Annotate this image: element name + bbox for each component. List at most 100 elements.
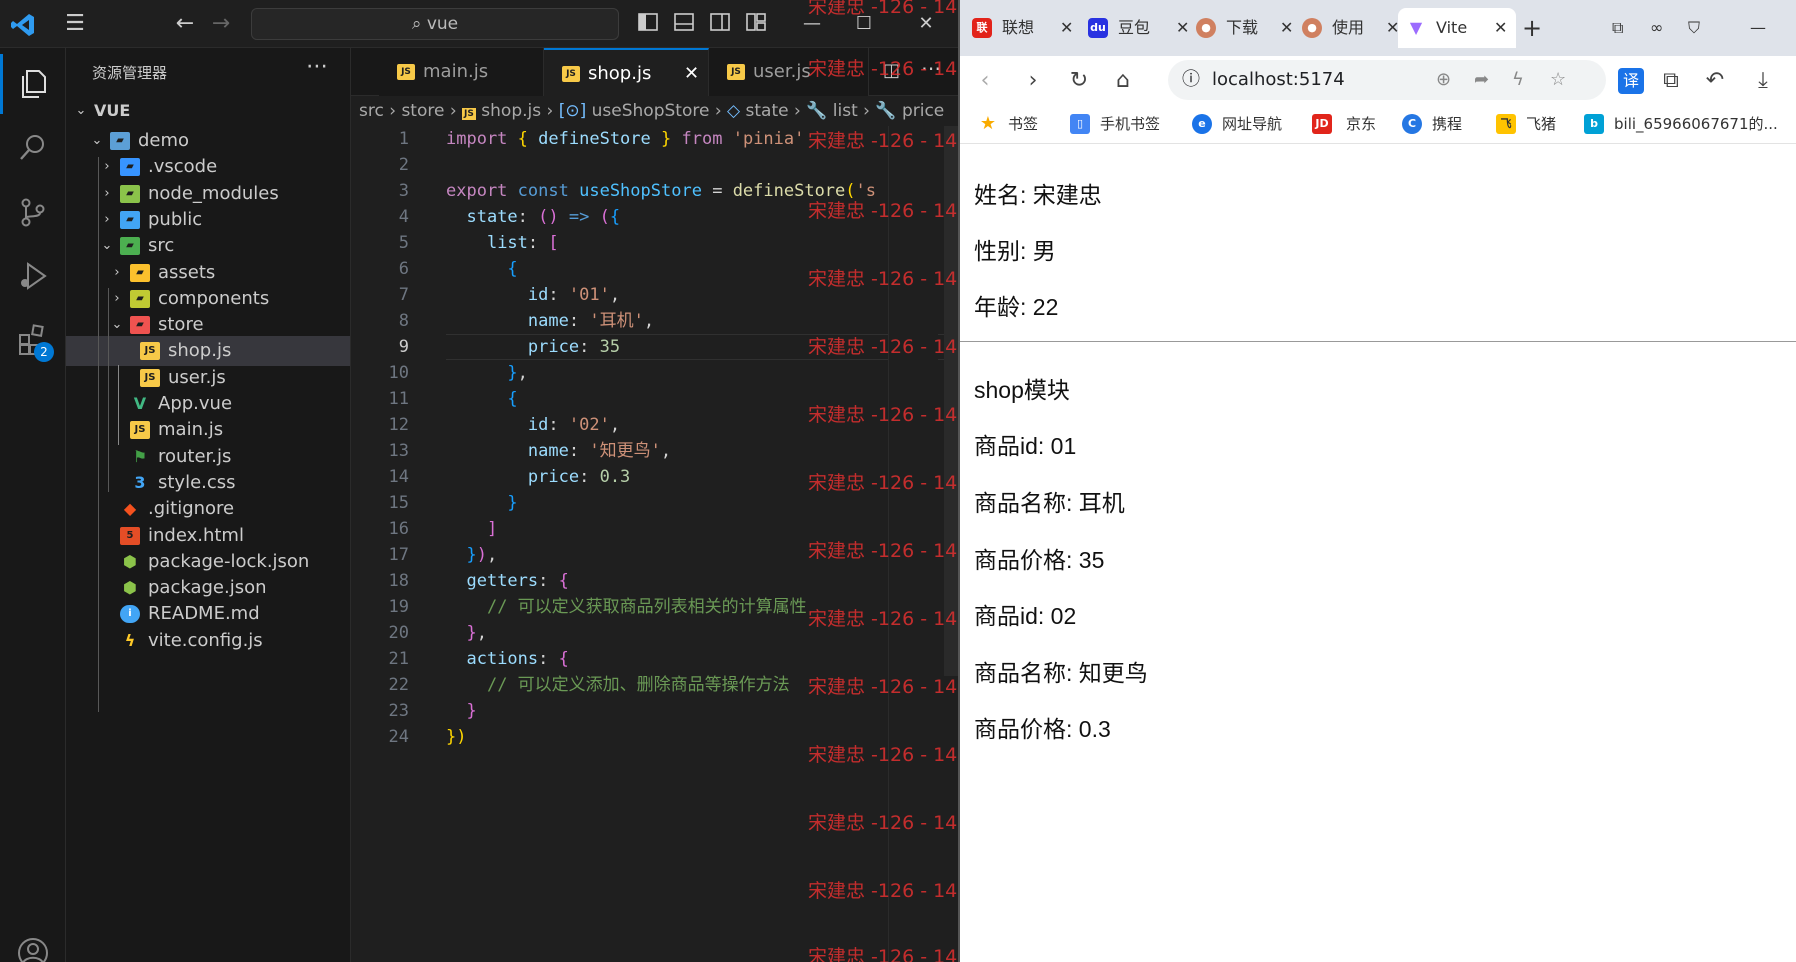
close-tab-icon[interactable]: ✕: [1494, 8, 1507, 48]
info-icon: ⓘ: [1182, 69, 1200, 90]
close-tab-icon[interactable]: ✕: [1280, 8, 1293, 48]
reload-icon[interactable]: ↻: [1066, 68, 1092, 94]
chevron-down-icon: ⌄: [75, 103, 87, 118]
bookmark-item[interactable]: 飞飞猪: [1496, 112, 1576, 136]
shirt-icon[interactable]: ⛉: [1688, 8, 1712, 48]
watermark: 宋建忠 -126 - 1473: [808, 880, 982, 902]
code-line: id: '02',: [527, 415, 621, 435]
breadcrumb-item[interactable]: store: [401, 101, 444, 121]
search-view-icon[interactable]: [0, 118, 66, 178]
bookmark-item[interactable]: b bili_65966067671的...: [1584, 112, 1794, 136]
wrench-icon: 🔧: [875, 101, 897, 121]
breadcrumb-item[interactable]: useShopStore: [592, 101, 710, 121]
js-file-icon: JS: [727, 64, 745, 80]
folder-vscode-icon: ▰: [120, 158, 140, 177]
zoom-icon[interactable]: ⊕: [1436, 60, 1451, 100]
command-center-search[interactable]: ⌕ vue: [251, 8, 619, 40]
close-tab-icon[interactable]: ✕: [1060, 8, 1073, 48]
line-number: 24: [388, 727, 409, 747]
browser-tab[interactable]: ● 下载 ✕: [1192, 8, 1298, 48]
bookmark-item[interactable]: ▯ 手机书签: [1070, 112, 1180, 136]
breadcrumb-item[interactable]: price: [902, 101, 944, 121]
bookmark-item[interactable]: C 携程: [1402, 112, 1482, 136]
close-tab-icon[interactable]: ✕: [1176, 8, 1189, 48]
html-file-icon: 5: [120, 526, 140, 545]
line-number: 7: [398, 285, 409, 305]
node-file-icon: ⬢: [123, 551, 137, 571]
product-field: 商品id: 02: [974, 603, 1077, 629]
web-page: 姓名: 宋建忠 性别: 男 年龄: 22 shop模块 商品id: 01 商品名…: [960, 145, 1796, 962]
forward-arrow-icon[interactable]: →: [206, 12, 236, 36]
source-control-icon[interactable]: [0, 182, 66, 242]
translate-icon[interactable]: 译: [1618, 68, 1644, 94]
watermark: 宋建忠 -126 - 1473: [808, 946, 982, 962]
section-header[interactable]: ⌄ VUE: [66, 96, 350, 126]
download-icon[interactable]: ⤓: [1750, 68, 1776, 94]
breadcrumb-item[interactable]: state: [746, 101, 789, 121]
bookmark-item[interactable]: ★ 书签: [978, 112, 1058, 136]
browser-tab-active[interactable]: ▼ Vite ✕: [1398, 8, 1516, 48]
code-line: },: [466, 623, 487, 643]
folder-components-icon: ▰: [130, 289, 150, 308]
toggle-panel-icon[interactable]: [672, 12, 696, 36]
bookmark-item[interactable]: e 网址导航: [1192, 112, 1302, 136]
tree-item-vite-config-js[interactable]: ϟ vite.config.js: [66, 626, 350, 656]
code-line: id: '01',: [527, 285, 621, 305]
explorer-icon[interactable]: [0, 54, 66, 114]
home-icon[interactable]: ⌂: [1110, 68, 1136, 94]
tab-main-js[interactable]: JS main.js: [379, 48, 544, 96]
account-icon[interactable]: [0, 923, 66, 962]
address-bar[interactable]: ⓘ localhost:5174 ⊕ ➦ ϟ ☆: [1168, 60, 1606, 100]
tab-shop-js[interactable]: JS shop.js ✕: [544, 48, 709, 96]
watermark: 宋建忠 -126 - 1473: [808, 200, 982, 222]
product-field: 商品名称: 耳机: [974, 490, 1125, 516]
line-number: 5: [398, 233, 409, 253]
line-number: 1: [398, 129, 409, 149]
line-number: 16: [388, 519, 409, 539]
toggle-secondary-sidebar-icon[interactable]: [708, 12, 732, 36]
run-debug-icon[interactable]: [0, 246, 66, 306]
forward-icon[interactable]: ›: [1020, 68, 1046, 94]
minimize-icon[interactable]: —: [1750, 8, 1774, 48]
close-tab-icon[interactable]: ✕: [684, 50, 699, 98]
star-icon[interactable]: ☆: [1550, 60, 1566, 100]
bookmark-item[interactable]: JD 京东: [1312, 112, 1392, 136]
url-text: localhost:5174: [1212, 69, 1345, 90]
back-arrow-icon[interactable]: ←: [170, 12, 200, 36]
more-actions-icon[interactable]: ⋯: [306, 54, 328, 79]
browser-tab-strip: 联联想 ✕ du 豆包 ✕ ● 下载 ✕ ● 使用 ✕ ▼ Vite ✕ + ⧉ ∞ ⛉ —: [960, 0, 1796, 56]
folder-src-icon: ▰: [120, 237, 140, 256]
undo-icon[interactable]: ↶: [1702, 68, 1728, 94]
baidu-icon: du: [1088, 18, 1108, 38]
incognito-icon[interactable]: ∞: [1650, 8, 1674, 48]
screen: ☰ ← → ⌕ vue — ☐ ✕ 2 资源管理器 ⋯ ⌄ VUE ⌄ ▰ demo…: [0, 0, 1796, 962]
folder-public-icon: ▰: [120, 210, 140, 229]
back-icon[interactable]: ‹: [972, 68, 998, 94]
extensions-icon[interactable]: 2: [0, 310, 66, 370]
watermark: 宋建忠 -126 - 1473: [808, 0, 982, 18]
breadcrumb-item[interactable]: shop.js: [481, 101, 541, 121]
tab-count-icon[interactable]: ⧉: [1612, 8, 1636, 48]
lightning-icon[interactable]: ϟ: [1512, 60, 1524, 100]
new-tab-button[interactable]: +: [1522, 8, 1552, 48]
customize-layout-icon[interactable]: [744, 12, 768, 36]
share-icon[interactable]: ➦: [1474, 60, 1489, 100]
menu-icon[interactable]: ☰: [60, 12, 90, 36]
browser-tab[interactable]: ● 使用 ✕: [1298, 8, 1404, 48]
explorer-sidebar: 资源管理器 ⋯ ⌄ VUE ⌄ ▰ demo › ▰ .vscode › ▰ node_modu…: [66, 48, 351, 962]
browser-tab[interactable]: du 豆包 ✕: [1084, 8, 1194, 48]
extensions-icon[interactable]: ⧉: [1658, 68, 1684, 94]
avatar-icon: ●: [1196, 18, 1216, 38]
breadcrumb-item[interactable]: list: [833, 101, 858, 121]
breadcrumb-item[interactable]: src: [359, 101, 384, 121]
line-number: 4: [398, 207, 409, 227]
vscode-window: ☰ ← → ⌕ vue — ☐ ✕ 2 资源管理器 ⋯ ⌄ VUE ⌄ ▰ demo…: [0, 0, 981, 962]
nav-icon: e: [1192, 114, 1212, 134]
code-line: actions: {: [466, 649, 569, 669]
vite-icon: ▼: [1409, 18, 1423, 37]
tree-guide: [118, 365, 119, 445]
toggle-sidebar-icon[interactable]: [636, 12, 660, 36]
browser-tab[interactable]: 联联想 ✕: [968, 8, 1078, 48]
vite-file-icon: ϟ: [124, 630, 136, 650]
code-line: list: [: [486, 233, 559, 253]
